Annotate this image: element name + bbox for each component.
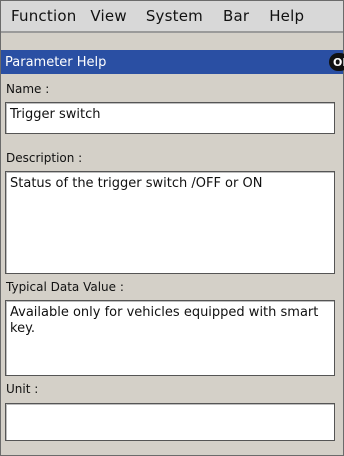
unit-field[interactable] — [5, 403, 335, 441]
dialog-titlebar: Parameter Help OK — [1, 50, 344, 74]
menu-function[interactable]: Function — [1, 7, 76, 25]
unit-label: Unit : — [6, 382, 39, 396]
name-field[interactable]: Trigger switch — [5, 102, 335, 134]
description-label: Description : — [6, 151, 83, 165]
menu-bar: Function View System Bar Help — [1, 1, 343, 33]
menu-view[interactable]: View — [76, 7, 126, 25]
menu-bar-item[interactable]: Bar — [203, 7, 249, 25]
typical-data-value-field[interactable]: Available only for vehicles equipped wit… — [5, 300, 335, 376]
dialog-title: Parameter Help — [5, 54, 107, 70]
name-label: Name : — [6, 82, 50, 96]
menu-help[interactable]: Help — [249, 7, 304, 25]
ok-button[interactable]: OK — [329, 53, 344, 71]
description-field[interactable]: Status of the trigger switch /OFF or ON — [5, 171, 335, 274]
dialog-content: Name : Trigger switch Description : Stat… — [1, 74, 343, 455]
window-frame: Function View System Bar Help Parameter … — [0, 0, 344, 456]
menu-system[interactable]: System — [127, 7, 203, 25]
typical-data-value-label: Typical Data Value : — [6, 280, 124, 294]
